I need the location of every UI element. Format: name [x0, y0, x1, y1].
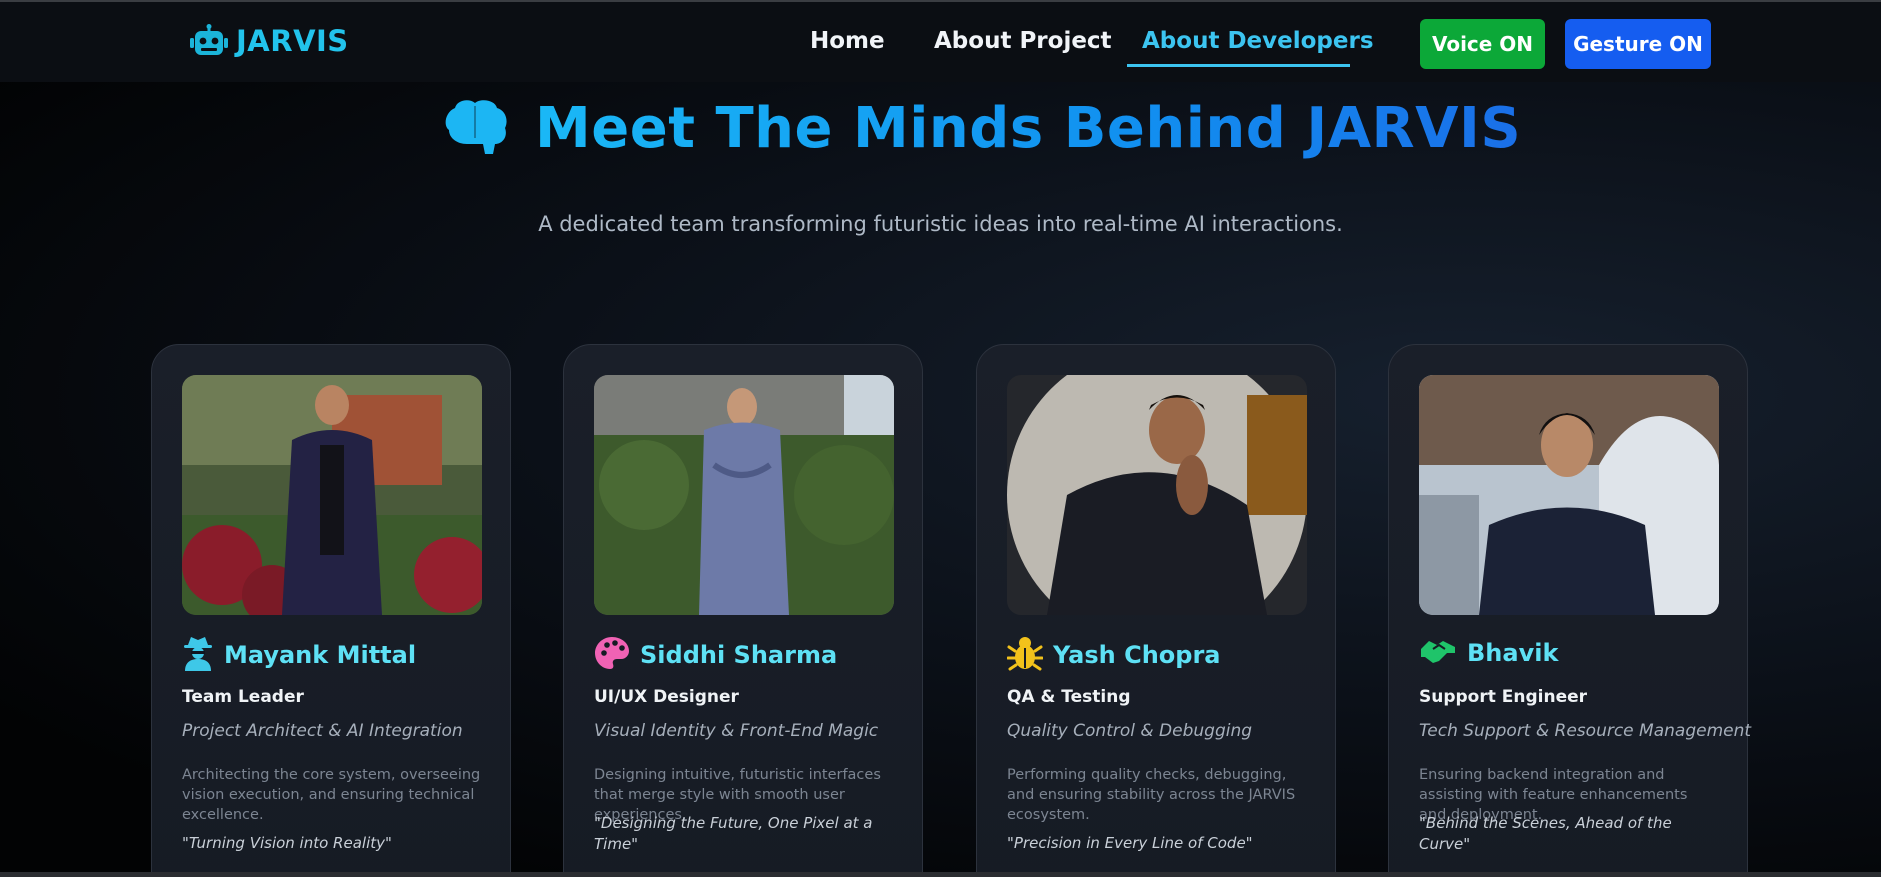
member-role: QA & Testing	[1007, 687, 1131, 707]
member-photo	[1007, 375, 1307, 615]
member-focus: Project Architect & AI Integration	[182, 721, 463, 741]
brain-icon	[443, 98, 509, 160]
member-photo	[182, 375, 482, 615]
member-name-row: Siddhi Sharma	[594, 635, 837, 675]
nav-link-home[interactable]: Home	[810, 28, 885, 54]
member-name: Yash Chopra	[1053, 641, 1221, 669]
hero-heading: Meet The Minds Behind JARVIS	[443, 96, 1521, 161]
navbar: JARVIS Home About Project About Develope…	[0, 0, 1881, 82]
team-card: Mayank Mittal Team Leader Project Archit…	[151, 344, 511, 877]
page-title: Meet The Minds Behind JARVIS	[535, 96, 1522, 161]
member-name-row: Yash Chopra	[1006, 635, 1221, 675]
member-focus: Quality Control & Debugging	[1007, 721, 1253, 741]
member-photo	[594, 375, 894, 615]
member-photo	[1419, 375, 1719, 615]
member-description: Performing quality checks, debugging, an…	[1007, 767, 1296, 823]
photo-placeholder	[1007, 375, 1307, 615]
member-name: Siddhi Sharma	[640, 641, 838, 669]
member-name: Mayank Mittal	[224, 641, 417, 669]
handshake-icon	[1419, 635, 1457, 671]
photo-placeholder	[1419, 375, 1719, 615]
photo-placeholder	[594, 375, 894, 615]
member-name-row: Bhavik	[1419, 635, 1558, 671]
palette-icon	[594, 635, 630, 675]
brand-name: JARVIS	[236, 24, 349, 58]
team-card: Bhavik Support Engineer Tech Support & R…	[1388, 344, 1752, 877]
user-secret-icon	[182, 635, 214, 675]
nav-link-about-project[interactable]: About Project	[934, 28, 1112, 54]
active-nav-indicator	[1127, 64, 1350, 67]
nav-link-about-developers[interactable]: About Developers	[1142, 28, 1374, 54]
robot-icon	[190, 24, 228, 58]
member-quote: "Designing the Future, One Pixel at a Ti…	[594, 814, 873, 853]
page-subtitle: A dedicated team transforming futuristic…	[538, 212, 1343, 236]
window-bottom-edge	[0, 872, 1881, 877]
member-quote: "Turning Vision into Reality"	[182, 834, 392, 852]
brand-logo[interactable]: JARVIS	[190, 24, 349, 58]
member-description: Architecting the core system, overseeing…	[182, 767, 481, 823]
member-quote: "Precision in Every Line of Code"	[1007, 834, 1253, 852]
member-role: Team Leader	[182, 687, 304, 707]
member-focus: Visual Identity & Front-End Magic	[594, 721, 879, 741]
gesture-toggle-button[interactable]: Gesture ON	[1565, 19, 1711, 69]
member-focus: Tech Support & Resource Management	[1419, 721, 1752, 741]
member-role: Support Engineer	[1419, 687, 1588, 707]
team-card: Yash Chopra QA & Testing Quality Control…	[976, 344, 1336, 877]
member-role: UI/UX Designer	[594, 687, 739, 707]
bug-icon	[1006, 635, 1044, 675]
member-name-row: Mayank Mittal	[182, 635, 416, 675]
photo-placeholder	[182, 375, 482, 615]
team-card: Siddhi Sharma UI/UX Designer Visual Iden…	[563, 344, 923, 877]
member-quote: "Behind the Scenes, Ahead of the Curve"	[1419, 814, 1672, 853]
page: JARVIS Home About Project About Develope…	[0, 0, 1881, 877]
member-name: Bhavik	[1467, 639, 1559, 667]
voice-toggle-button[interactable]: Voice ON	[1420, 19, 1545, 69]
